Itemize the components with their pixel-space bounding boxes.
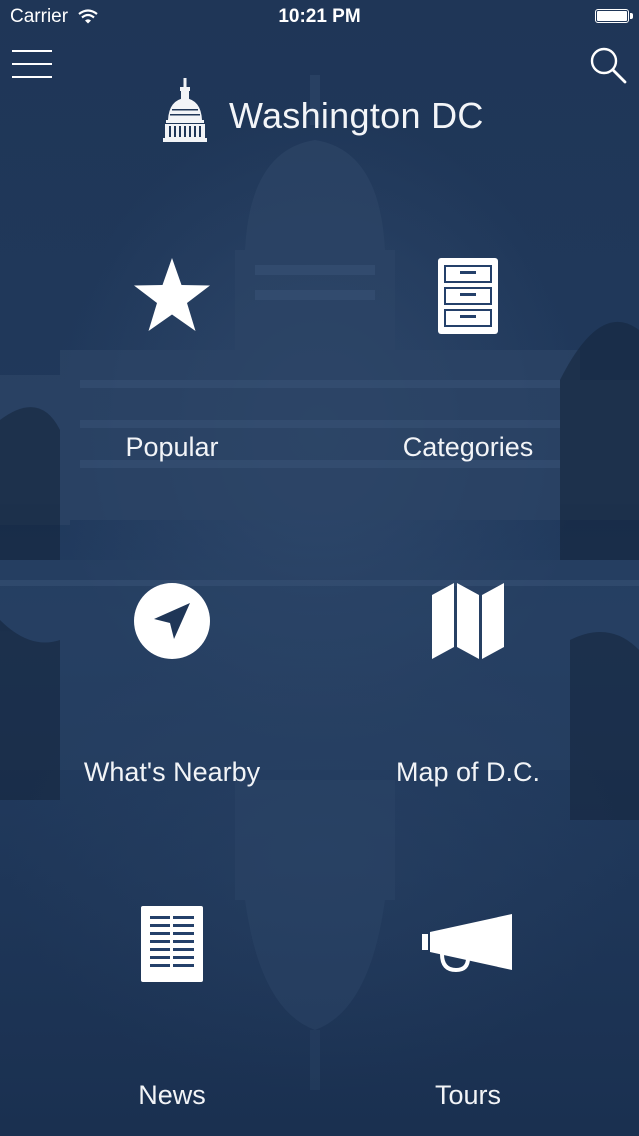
tile-label-map: Map of D.C. — [395, 757, 541, 787]
tile-map[interactable]: Map of D.C. — [348, 575, 588, 795]
tile-label-news: News — [138, 1080, 206, 1110]
star-icon — [52, 256, 292, 336]
tile-tours[interactable]: Tours — [348, 898, 588, 1118]
megaphone-icon — [348, 912, 588, 976]
file-cabinet-icon — [348, 256, 588, 336]
tile-news[interactable]: News — [52, 898, 292, 1118]
newspaper-icon — [52, 904, 292, 984]
clock-label: 10:21 PM — [278, 6, 361, 27]
battery-icon — [595, 9, 633, 23]
status-bar: Carrier 10:21 PM — [0, 0, 639, 36]
tile-label-categories: Categories — [402, 432, 534, 462]
capitol-dome-logo-icon — [160, 76, 210, 151]
tile-label-popular: Popular — [125, 432, 219, 462]
page-title: Washington DC — [229, 95, 484, 136]
tile-label-tours: Tours — [434, 1080, 502, 1110]
location-arrow-icon — [52, 581, 292, 661]
tile-popular[interactable]: Popular — [52, 250, 292, 470]
tile-label-whats-nearby: What's Nearby — [83, 757, 261, 787]
folded-map-icon — [348, 581, 588, 661]
app-header: Washington DC — [0, 76, 639, 146]
tile-categories[interactable]: Categories — [348, 250, 588, 470]
tile-whats-nearby[interactable]: What's Nearby — [52, 575, 292, 795]
